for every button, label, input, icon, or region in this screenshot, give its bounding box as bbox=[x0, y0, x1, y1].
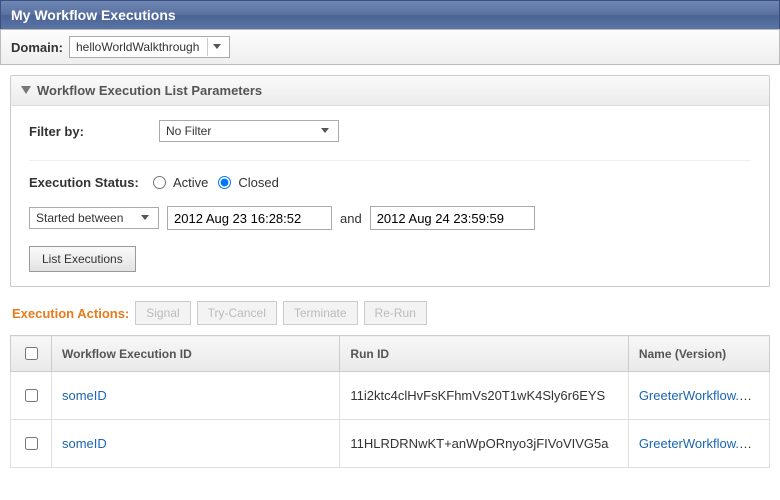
rerun-button: Re-Run bbox=[364, 301, 427, 325]
select-all-checkbox[interactable] bbox=[25, 347, 38, 360]
filter-by-label: Filter by: bbox=[29, 124, 149, 139]
row-checkbox[interactable] bbox=[25, 389, 38, 402]
parameters-panel: Workflow Execution List Parameters Filte… bbox=[10, 75, 770, 287]
chevron-down-icon bbox=[316, 122, 334, 140]
domain-bar: Domain: helloWorldWalkthrough bbox=[0, 29, 780, 65]
status-active-label: Active bbox=[173, 175, 208, 190]
page-title: My Workflow Executions bbox=[0, 0, 780, 29]
filter-select-value: No Filter bbox=[166, 124, 316, 138]
workflow-id-link[interactable]: someID bbox=[62, 388, 107, 403]
range-mode-value: Started between bbox=[36, 211, 136, 225]
run-id-value: 11i2ktc4clHvFsKFhmVs20T1wK4Sly6r6EYS bbox=[350, 388, 605, 403]
list-executions-button[interactable]: List Executions bbox=[29, 246, 136, 272]
try-cancel-button: Try-Cancel bbox=[197, 301, 277, 325]
header-workflow-id[interactable]: Workflow Execution ID bbox=[52, 336, 340, 372]
table-row: someID 11HLRDRNwKT+anWpORnyo3jFIVoVIVG5a… bbox=[11, 420, 770, 468]
terminate-button: Terminate bbox=[283, 301, 358, 325]
workflow-name-link[interactable]: GreeterWorkflow.greet (1.0) bbox=[639, 436, 770, 451]
status-closed-radio[interactable] bbox=[218, 176, 231, 189]
status-closed-label: Closed bbox=[238, 175, 278, 190]
signal-button: Signal bbox=[135, 301, 190, 325]
filter-select[interactable]: No Filter bbox=[159, 120, 339, 142]
domain-select-value: helloWorldWalkthrough bbox=[76, 40, 207, 54]
range-mode-select[interactable]: Started between bbox=[29, 207, 159, 229]
status-active-radio[interactable] bbox=[153, 176, 166, 189]
and-label: and bbox=[340, 211, 362, 226]
workflow-name-link[interactable]: GreeterWorkflow.greet (1.0) bbox=[639, 388, 770, 403]
executions-table: Workflow Execution ID Run ID Name (Versi… bbox=[10, 335, 770, 468]
domain-label: Domain: bbox=[11, 40, 63, 55]
end-datetime-input[interactable] bbox=[370, 206, 535, 230]
workflow-id-link[interactable]: someID bbox=[62, 436, 107, 451]
row-checkbox[interactable] bbox=[25, 437, 38, 450]
execution-actions: Execution Actions: Signal Try-Cancel Ter… bbox=[10, 299, 770, 335]
parameters-title: Workflow Execution List Parameters bbox=[37, 83, 262, 98]
header-run-id[interactable]: Run ID bbox=[340, 336, 628, 372]
execution-status-label: Execution Status: bbox=[29, 175, 149, 190]
parameters-panel-header[interactable]: Workflow Execution List Parameters bbox=[11, 76, 769, 106]
header-name[interactable]: Name (Version) bbox=[628, 336, 769, 372]
collapse-icon bbox=[21, 86, 31, 96]
divider bbox=[29, 160, 751, 161]
execution-actions-label: Execution Actions: bbox=[12, 306, 129, 321]
chevron-down-icon bbox=[136, 209, 154, 227]
select-all-header bbox=[11, 336, 52, 372]
start-datetime-input[interactable] bbox=[167, 206, 332, 230]
page-title-text: My Workflow Executions bbox=[11, 7, 176, 23]
run-id-value: 11HLRDRNwKT+anWpORnyo3jFIVoVIVG5a bbox=[350, 436, 608, 451]
chevron-down-icon bbox=[207, 38, 225, 56]
domain-select[interactable]: helloWorldWalkthrough bbox=[69, 36, 230, 58]
table-row: someID 11i2ktc4clHvFsKFhmVs20T1wK4Sly6r6… bbox=[11, 372, 770, 420]
